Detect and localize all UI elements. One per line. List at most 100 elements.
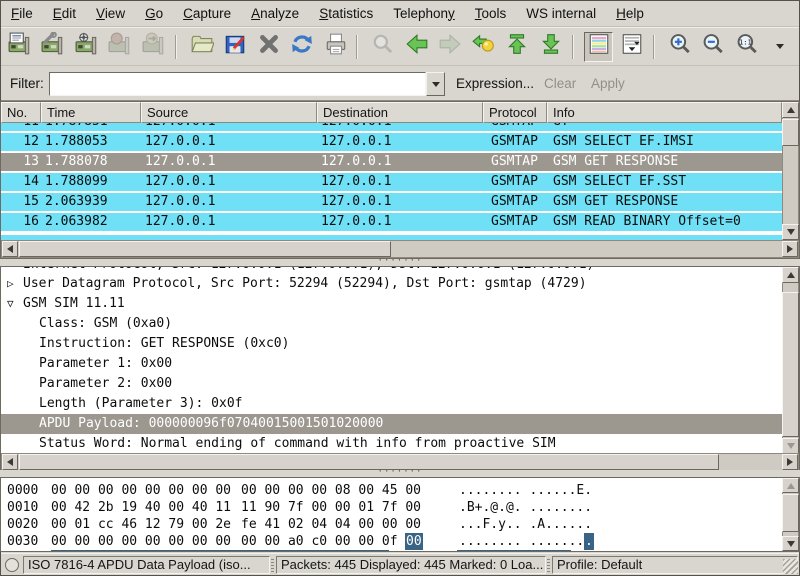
menu-view[interactable]: View — [86, 3, 135, 25]
tree-row-clipped[interactable]: Internet Protocol, Src: 127.0.0.1 (127.0… — [1, 267, 782, 274]
menu-statistics[interactable]: Statistics — [309, 3, 383, 25]
arrow-down-icon — [787, 541, 795, 547]
menu-go[interactable]: Go — [135, 3, 173, 25]
capture-restart-button[interactable] — [139, 32, 169, 62]
statusbar-drag-handle[interactable] — [547, 559, 550, 572]
scroll-down-button[interactable] — [782, 438, 799, 454]
vscroll-thumb[interactable] — [782, 494, 799, 532]
menu-tools[interactable]: Tools — [465, 3, 517, 25]
reload-button[interactable] — [287, 32, 317, 62]
capture-options-icon — [41, 32, 65, 61]
zoom-in-button[interactable] — [665, 32, 695, 62]
tree-row-parameter1[interactable]: Parameter 1: 0x00 — [1, 354, 782, 374]
expander-expanded-icon[interactable]: ▽ — [7, 294, 14, 314]
clear-button[interactable]: Clear — [544, 76, 576, 91]
go-to-packet-icon — [472, 32, 496, 61]
tree-row-udp[interactable]: ▷User Datagram Protocol, Src Port: 52294… — [1, 274, 782, 294]
menu-edit[interactable]: Edit — [43, 3, 86, 25]
vscroll-thumb[interactable] — [782, 119, 799, 146]
tree-row-instruction[interactable]: Instruction: GET RESPONSE (0xc0) — [1, 334, 782, 354]
expander-collapsed-icon[interactable]: ▷ — [7, 274, 14, 294]
hscroll-thumb[interactable] — [19, 454, 719, 470]
column-header-no[interactable]: No. — [1, 102, 41, 123]
menu-help[interactable]: Help — [606, 3, 654, 25]
vscroll-thumb[interactable] — [782, 292, 799, 437]
scroll-down-button[interactable] — [782, 536, 799, 551]
print-button[interactable] — [321, 32, 351, 62]
column-header-protocol[interactable]: Protocol — [483, 102, 547, 123]
scroll-left-button[interactable] — [2, 241, 18, 257]
scroll-right-button[interactable] — [782, 454, 798, 470]
packet-row[interactable]: 141.788099127.0.0.1127.0.0.1GSMTAPGSM SE… — [1, 173, 782, 191]
zoom-100-button[interactable]: 1:1 — [732, 32, 762, 62]
highlighted-byte[interactable]: 00 — [405, 533, 423, 550]
capture-start-button[interactable] — [72, 32, 102, 62]
hex-row-clipped-highlight[interactable] — [1, 550, 782, 552]
go-forward-button[interactable] — [436, 32, 466, 62]
go-to-top-button[interactable] — [503, 32, 533, 62]
scroll-up-button[interactable] — [782, 267, 799, 283]
packet-row[interactable]: 162.063982127.0.0.1127.0.0.1GSMTAPGSM RE… — [1, 213, 782, 231]
open-file-icon — [190, 32, 214, 61]
hex-row[interactable]: 003000 00 00 00 00 00 00 0000 00 a0 c0 0… — [1, 533, 782, 550]
menu-file[interactable]: File — [1, 3, 43, 25]
tree-row-length[interactable]: Length (Parameter 3): 0x0f — [1, 394, 782, 414]
column-header-source[interactable]: Source — [141, 102, 317, 123]
highlighted-ascii-char[interactable]: . — [584, 533, 594, 550]
tree-row-status-word[interactable]: Status Word: Normal ending of command wi… — [1, 434, 782, 454]
packet-row-clipped[interactable]: 111.787851127.0.0.1127.0.0.1GSMTAPGT — [1, 123, 782, 131]
column-header-info[interactable]: Info — [547, 102, 782, 123]
toolbar-overflow-button[interactable] — [766, 32, 796, 62]
zoom-out-button[interactable] — [698, 32, 728, 62]
save-file-button[interactable] — [220, 32, 250, 62]
zoom-in-icon — [668, 32, 692, 61]
find-packet-button[interactable] — [368, 32, 398, 62]
packet-row-selected[interactable]: 131.788078127.0.0.1127.0.0.1GSMTAPGSM GE… — [1, 153, 782, 171]
hscroll-thumb[interactable] — [19, 241, 391, 257]
go-back-icon — [405, 32, 429, 61]
menu-capture[interactable]: Capture — [173, 3, 241, 25]
auto-scroll-button[interactable] — [617, 32, 647, 62]
tree-row-gsm-sim[interactable]: ▽GSM SIM 11.11 — [1, 294, 782, 314]
filter-input[interactable] — [49, 72, 426, 96]
expert-info-icon[interactable] — [5, 558, 19, 572]
scroll-right-button[interactable] — [782, 241, 798, 257]
tree-row-apdu-payload-selected[interactable]: APDU Payload: 000000096f0704001500150102… — [1, 414, 782, 434]
statusbar-drag-handle[interactable] — [271, 559, 274, 572]
filter-label: Filter: — [10, 76, 44, 91]
column-header-time[interactable]: Time — [41, 102, 141, 123]
scroll-down-button[interactable] — [782, 224, 799, 240]
packet-row[interactable]: 121.788053127.0.0.1127.0.0.1GSMTAPGSM SE… — [1, 133, 782, 151]
column-header-destination[interactable]: Destination — [317, 102, 483, 123]
filter-dropdown-button[interactable] — [426, 72, 445, 96]
colorize-button[interactable] — [584, 32, 614, 62]
open-file-button[interactable] — [187, 32, 217, 62]
menu-ws-internal[interactable]: WS internal — [516, 3, 606, 25]
go-to-bottom-button[interactable] — [536, 32, 566, 62]
menu-telephony[interactable]: Telephony — [383, 3, 465, 25]
close-file-button[interactable] — [254, 32, 284, 62]
capture-stop-button[interactable] — [106, 32, 136, 62]
tree-row-parameter2[interactable]: Parameter 2: 0x00 — [1, 374, 782, 394]
packet-row[interactable]: 152.063939127.0.0.1127.0.0.1GSMTAPGSM GE… — [1, 193, 782, 211]
menu-analyze[interactable]: Analyze — [241, 3, 309, 25]
pane-splitter[interactable]: ······· — [0, 259, 800, 266]
window-resize-grip[interactable] — [783, 559, 798, 574]
hex-row[interactable]: 001000 42 2b 19 40 00 40 1111 90 7f 00 0… — [1, 499, 782, 516]
go-forward-icon — [438, 32, 462, 61]
scroll-up-button[interactable] — [782, 102, 799, 118]
hex-row[interactable]: 000000 00 00 00 00 00 00 0000 00 00 00 0… — [1, 482, 782, 499]
go-to-packet-button[interactable] — [469, 32, 499, 62]
chevron-down-icon — [432, 82, 440, 87]
apply-button[interactable]: Apply — [591, 76, 625, 91]
pane-splitter[interactable]: ······· — [0, 470, 800, 477]
hex-row[interactable]: 002000 01 cc 46 12 79 00 2efe 41 02 04 0… — [1, 516, 782, 533]
scroll-up-button[interactable] — [782, 478, 799, 493]
tree-row-class[interactable]: Class: GSM (0xa0) — [1, 314, 782, 334]
toolbar-separator — [356, 35, 358, 59]
interfaces-button[interactable] — [5, 32, 35, 62]
scroll-left-button[interactable] — [2, 454, 18, 470]
go-back-button[interactable] — [402, 32, 432, 62]
expression-button[interactable]: Expression... — [456, 76, 534, 91]
capture-options-button[interactable] — [39, 32, 69, 62]
